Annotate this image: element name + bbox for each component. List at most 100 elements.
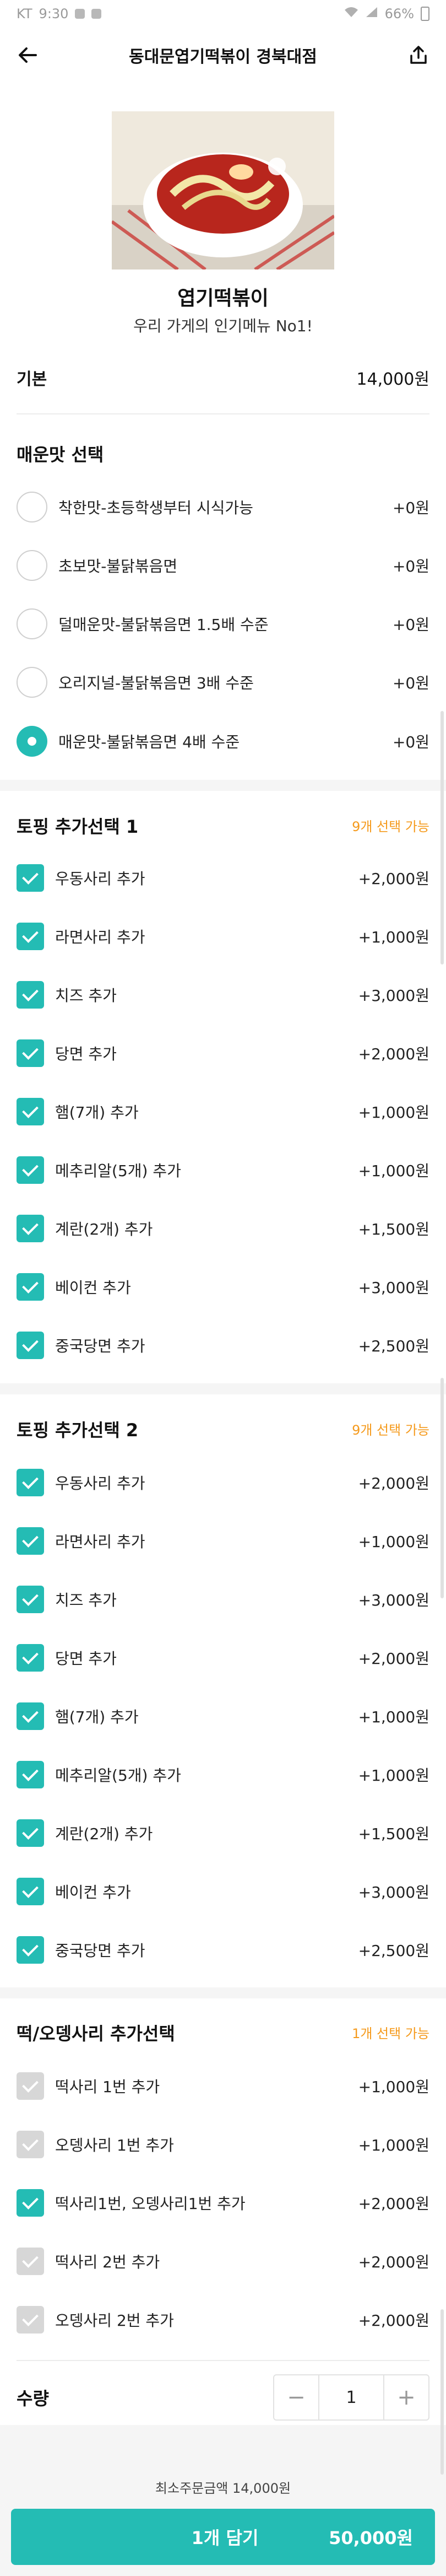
topping1-limit-note: 9개 선택 가능	[352, 819, 429, 834]
option-price: +3,000원	[358, 1279, 429, 1297]
option-label: 치즈 추가	[55, 1591, 117, 1609]
checkbox-checked[interactable]	[17, 1273, 44, 1301]
checkbox-unchecked[interactable]	[17, 2306, 44, 2334]
checkbox-checked[interactable]	[17, 1702, 44, 1730]
back-button[interactable]	[11, 39, 44, 72]
add-to-cart-label: 1개 담기	[191, 2528, 259, 2548]
topping-option[interactable]: 베이컨 추가 +3,000원	[17, 1869, 429, 1914]
scrollbar[interactable]	[440, 711, 444, 964]
topping-option[interactable]: 계란(2개) 추가 +1,500원	[17, 1206, 429, 1251]
rice-cake-option[interactable]: 오뎅사리 1번 추가 +1,000원	[17, 2122, 429, 2167]
option-price: +1,000원	[358, 1708, 429, 1726]
checkbox-checked[interactable]	[17, 1644, 44, 1672]
option-price: +1,000원	[358, 928, 429, 946]
radio-button[interactable]	[17, 667, 47, 698]
option-price: +0원	[392, 674, 429, 692]
option-label: 덜매운맛-불닭볶음면 1.5배 수준	[58, 616, 269, 634]
checkbox-checked[interactable]	[17, 1936, 44, 1964]
checkbox-checked[interactable]	[17, 923, 44, 950]
checkbox-checked[interactable]	[17, 1527, 44, 1555]
divider	[17, 2360, 429, 2361]
option-price: +0원	[392, 499, 429, 517]
topping-option[interactable]: 당면 추가 +2,000원	[17, 1636, 429, 1680]
option-price: +3,000원	[358, 987, 429, 1005]
quantity-value[interactable]: 1	[318, 2375, 384, 2419]
option-price: +1,000원	[358, 2136, 429, 2154]
checkbox-checked[interactable]	[17, 1469, 44, 1496]
topping-option[interactable]: 라면사리 추가 +1,000원	[17, 914, 429, 958]
option-label: 중국당면 추가	[55, 1337, 145, 1355]
topping-option[interactable]: 치즈 추가 +3,000원	[17, 1577, 429, 1621]
topping-option[interactable]: 계란(2개) 추가 +1,500원	[17, 1811, 429, 1855]
topping-option[interactable]: 라면사리 추가 +1,000원	[17, 1519, 429, 1563]
option-label: 메추리알(5개) 추가	[55, 1162, 181, 1180]
rice-cake-option[interactable]: 떡사리 1번 추가 +1,000원	[17, 2064, 429, 2108]
section-divider	[0, 1987, 446, 1998]
scrollbar[interactable]	[440, 2309, 444, 2475]
spicy-option-selected[interactable]: 매운맛-불닭볶음면 4배 수준 +0원	[17, 719, 429, 763]
topping-option[interactable]: 우동사리 추가 +2,000원	[17, 856, 429, 900]
checkbox-checked[interactable]	[17, 1215, 44, 1242]
checkbox-checked[interactable]	[17, 1761, 44, 1788]
checkbox-checked[interactable]	[17, 2189, 44, 2217]
option-label: 당면 추가	[55, 1650, 117, 1668]
radio-button[interactable]	[17, 608, 47, 639]
rice-cake-option[interactable]: 떡사리 2번 추가 +2,000원	[17, 2239, 429, 2283]
topping-option[interactable]: 중국당면 추가 +2,500원	[17, 1928, 429, 1972]
checkbox-unchecked[interactable]	[17, 2072, 44, 2100]
topping-option[interactable]: 우동사리 추가 +2,000원	[17, 1461, 429, 1505]
checkbox-checked[interactable]	[17, 1586, 44, 1613]
add-to-cart-button[interactable]: 1개 담기 50,000원	[11, 2509, 435, 2565]
topping-option[interactable]: 중국당면 추가 +2,500원	[17, 1323, 429, 1367]
checkbox-checked[interactable]	[17, 1332, 44, 1359]
checkbox-checked[interactable]	[17, 1819, 44, 1847]
topping-option[interactable]: 당면 추가 +2,000원	[17, 1031, 429, 1075]
divider	[17, 413, 429, 414]
option-price: +1,000원	[358, 1162, 429, 1180]
topping-option[interactable]: 베이컨 추가 +3,000원	[17, 1265, 429, 1309]
spicy-option[interactable]: 착한맛-초등학생부터 시식가능 +0원	[17, 485, 429, 529]
spicy-option[interactable]: 덜매운맛-불닭볶음면 1.5배 수준 +0원	[17, 602, 429, 646]
clock: 9:30	[39, 6, 69, 21]
radio-button-selected[interactable]	[17, 726, 47, 757]
option-price: +0원	[392, 557, 429, 575]
checkbox-checked[interactable]	[17, 1039, 44, 1067]
option-label: 메추리알(5개) 추가	[55, 1766, 181, 1785]
topping-option[interactable]: 메추리알(5개) 추가 +1,000원	[17, 1753, 429, 1797]
checkbox-checked[interactable]	[17, 981, 44, 1009]
option-label: 오뎅사리 1번 추가	[55, 2136, 174, 2154]
checkbox-checked[interactable]	[17, 1878, 44, 1905]
topping-option[interactable]: 햄(7개) 추가 +1,000원	[17, 1694, 429, 1738]
checkbox-unchecked[interactable]	[17, 2131, 44, 2158]
product-image	[112, 111, 334, 270]
decrease-button[interactable]: −	[274, 2375, 318, 2419]
spicy-option[interactable]: 초보맛-불닭볶음면 +0원	[17, 543, 429, 588]
radio-button[interactable]	[17, 550, 47, 581]
option-label: 계란(2개) 추가	[55, 1220, 153, 1238]
checkbox-checked[interactable]	[17, 1156, 44, 1184]
share-button[interactable]	[402, 39, 435, 72]
page-title: 동대문엽기떡볶이 경북대점	[129, 47, 317, 67]
spicy-option[interactable]: 오리지널-불닭볶음면 3배 수준 +0원	[17, 660, 429, 704]
option-price: +2,000원	[358, 870, 429, 888]
option-label: 당면 추가	[55, 1045, 117, 1063]
scrollbar[interactable]	[440, 1378, 444, 1598]
rice-cake-option[interactable]: 오뎅사리 2번 추가 +2,000원	[17, 2298, 429, 2342]
option-price: +1,500원	[358, 1825, 429, 1843]
topping-option[interactable]: 치즈 추가 +3,000원	[17, 973, 429, 1017]
radio-button[interactable]	[17, 492, 47, 522]
checkbox-checked[interactable]	[17, 864, 44, 892]
checkbox-unchecked[interactable]	[17, 2248, 44, 2275]
option-label: 우동사리 추가	[55, 1474, 145, 1492]
topping-option[interactable]: 메추리알(5개) 추가 +1,000원	[17, 1148, 429, 1192]
option-label: 라면사리 추가	[55, 1533, 145, 1551]
topping-option[interactable]: 햄(7개) 추가 +1,000원	[17, 1090, 429, 1134]
section-divider	[0, 780, 446, 791]
rice-cake-option[interactable]: 떡사리1번, 오뎅사리1번 추가 +2,000원	[17, 2181, 429, 2225]
carrier-label: KT	[17, 6, 32, 21]
increase-button[interactable]: +	[384, 2375, 428, 2419]
option-label: 치즈 추가	[55, 987, 117, 1005]
option-price: +1,000원	[358, 1766, 429, 1785]
option-label: 계란(2개) 추가	[55, 1825, 153, 1843]
checkbox-checked[interactable]	[17, 1098, 44, 1125]
